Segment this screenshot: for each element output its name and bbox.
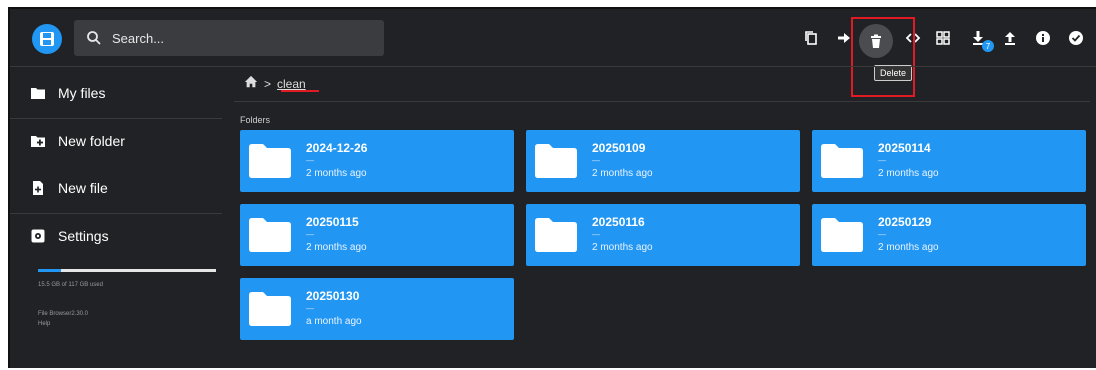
folder-tile[interactable]: 20250115— 2 months ago	[240, 204, 514, 266]
upload-icon	[1005, 32, 1015, 45]
new-file-icon	[33, 181, 43, 195]
code-button[interactable]	[902, 27, 924, 49]
storage-usage-text: 15.5 GB of 117 GB used	[38, 282, 103, 288]
folder-modified: 2 months ago	[306, 242, 367, 253]
sidebar-divider	[10, 118, 222, 119]
folder-icon	[535, 144, 577, 178]
folder-tile[interactable]: 20250129— 2 months ago	[812, 204, 1086, 266]
folder-size: —	[306, 230, 314, 239]
move-icon	[838, 33, 850, 43]
folder-tile[interactable]: 20250116— 2 months ago	[526, 204, 800, 266]
storage-usage-fill	[38, 269, 62, 272]
folder-name: 20250129	[878, 215, 932, 229]
folder-icon	[249, 144, 291, 178]
folder-tile[interactable]: 20250130— a month ago	[240, 278, 514, 340]
folder-name: 2024-12-26	[306, 141, 368, 155]
folder-modified: 2 months ago	[878, 242, 939, 253]
folder-size: —	[878, 230, 886, 239]
info-button[interactable]	[1032, 27, 1054, 49]
grid-view-icon	[936, 31, 950, 45]
info-icon	[1036, 31, 1050, 45]
folder-name: 20250130	[306, 289, 360, 303]
code-icon	[905, 33, 921, 43]
download-count-badge: 7	[982, 40, 994, 52]
sidebar-item-new-file[interactable]: New file	[30, 180, 108, 196]
help-link[interactable]: Help	[38, 321, 50, 327]
folder-name: 20250115	[306, 215, 359, 229]
storage-usage-bar	[38, 269, 216, 272]
folder-modified: 2 months ago	[306, 168, 367, 179]
folder-modified: 2 months ago	[592, 168, 653, 179]
folder-size: —	[592, 230, 600, 239]
sidebar-item-new-folder[interactable]: New folder	[30, 133, 125, 149]
home-icon	[244, 75, 258, 88]
select-button[interactable]	[1065, 27, 1087, 49]
folder-name: 20250114	[878, 141, 931, 155]
sidebar: My files New folder New file Settings 15…	[10, 67, 222, 370]
folder-icon	[821, 218, 863, 252]
delete-button[interactable]	[859, 24, 893, 58]
grid-view-button[interactable]	[932, 27, 954, 49]
folder-modified: 2 months ago	[592, 242, 653, 253]
version-text: File Browser2.30.0	[38, 311, 89, 317]
folder-icon	[249, 292, 291, 326]
delete-tooltip: Delete	[874, 65, 913, 81]
breadcrumb-current[interactable]: clean	[277, 77, 306, 91]
move-button[interactable]	[833, 27, 855, 49]
folder-modified: 2 months ago	[878, 168, 939, 179]
settings-icon	[31, 229, 45, 243]
folder-tile[interactable]: 20250109— 2 months ago	[526, 130, 800, 192]
breadcrumb-highlight-underline	[281, 90, 319, 92]
folder-tile[interactable]: 2024-12-26— 2 months ago	[240, 130, 514, 192]
folder-icon	[249, 218, 291, 252]
sidebar-item-my-files[interactable]: My files	[30, 85, 105, 101]
folder-name: 20250116	[592, 215, 645, 229]
toolbar	[10, 27, 1096, 51]
upload-button[interactable]	[999, 27, 1021, 49]
folder-size: —	[306, 304, 314, 313]
folder-icon	[535, 218, 577, 252]
sidebar-item-label: New folder	[58, 133, 125, 149]
copy-icon	[805, 31, 817, 45]
copy-button[interactable]	[800, 27, 822, 49]
folder-icon	[821, 144, 863, 178]
folder-name: 20250109	[592, 141, 646, 155]
folder-modified: a month ago	[306, 316, 362, 327]
folder-tile[interactable]: 20250114— 2 months ago	[812, 130, 1086, 192]
file-browser-app: Delete 7 My files New folder	[8, 7, 1096, 368]
sidebar-item-label: New file	[58, 180, 108, 196]
sidebar-item-label: Settings	[58, 228, 109, 244]
new-folder-icon	[31, 136, 45, 147]
breadcrumb-home[interactable]	[244, 75, 258, 92]
folders-section-label: Folders	[240, 115, 271, 125]
header: Delete 7	[10, 9, 1096, 97]
delete-icon	[871, 34, 881, 48]
sidebar-divider	[10, 213, 222, 214]
sidebar-item-settings[interactable]: Settings	[30, 228, 109, 244]
content-divider	[234, 101, 1090, 102]
folder-size: —	[592, 156, 600, 165]
folder-icon	[31, 88, 45, 99]
check-circle-icon	[1069, 31, 1083, 45]
sidebar-item-label: My files	[58, 85, 106, 101]
breadcrumb-separator: >	[264, 76, 272, 91]
folder-size: —	[878, 156, 886, 165]
folder-size: —	[306, 156, 314, 165]
